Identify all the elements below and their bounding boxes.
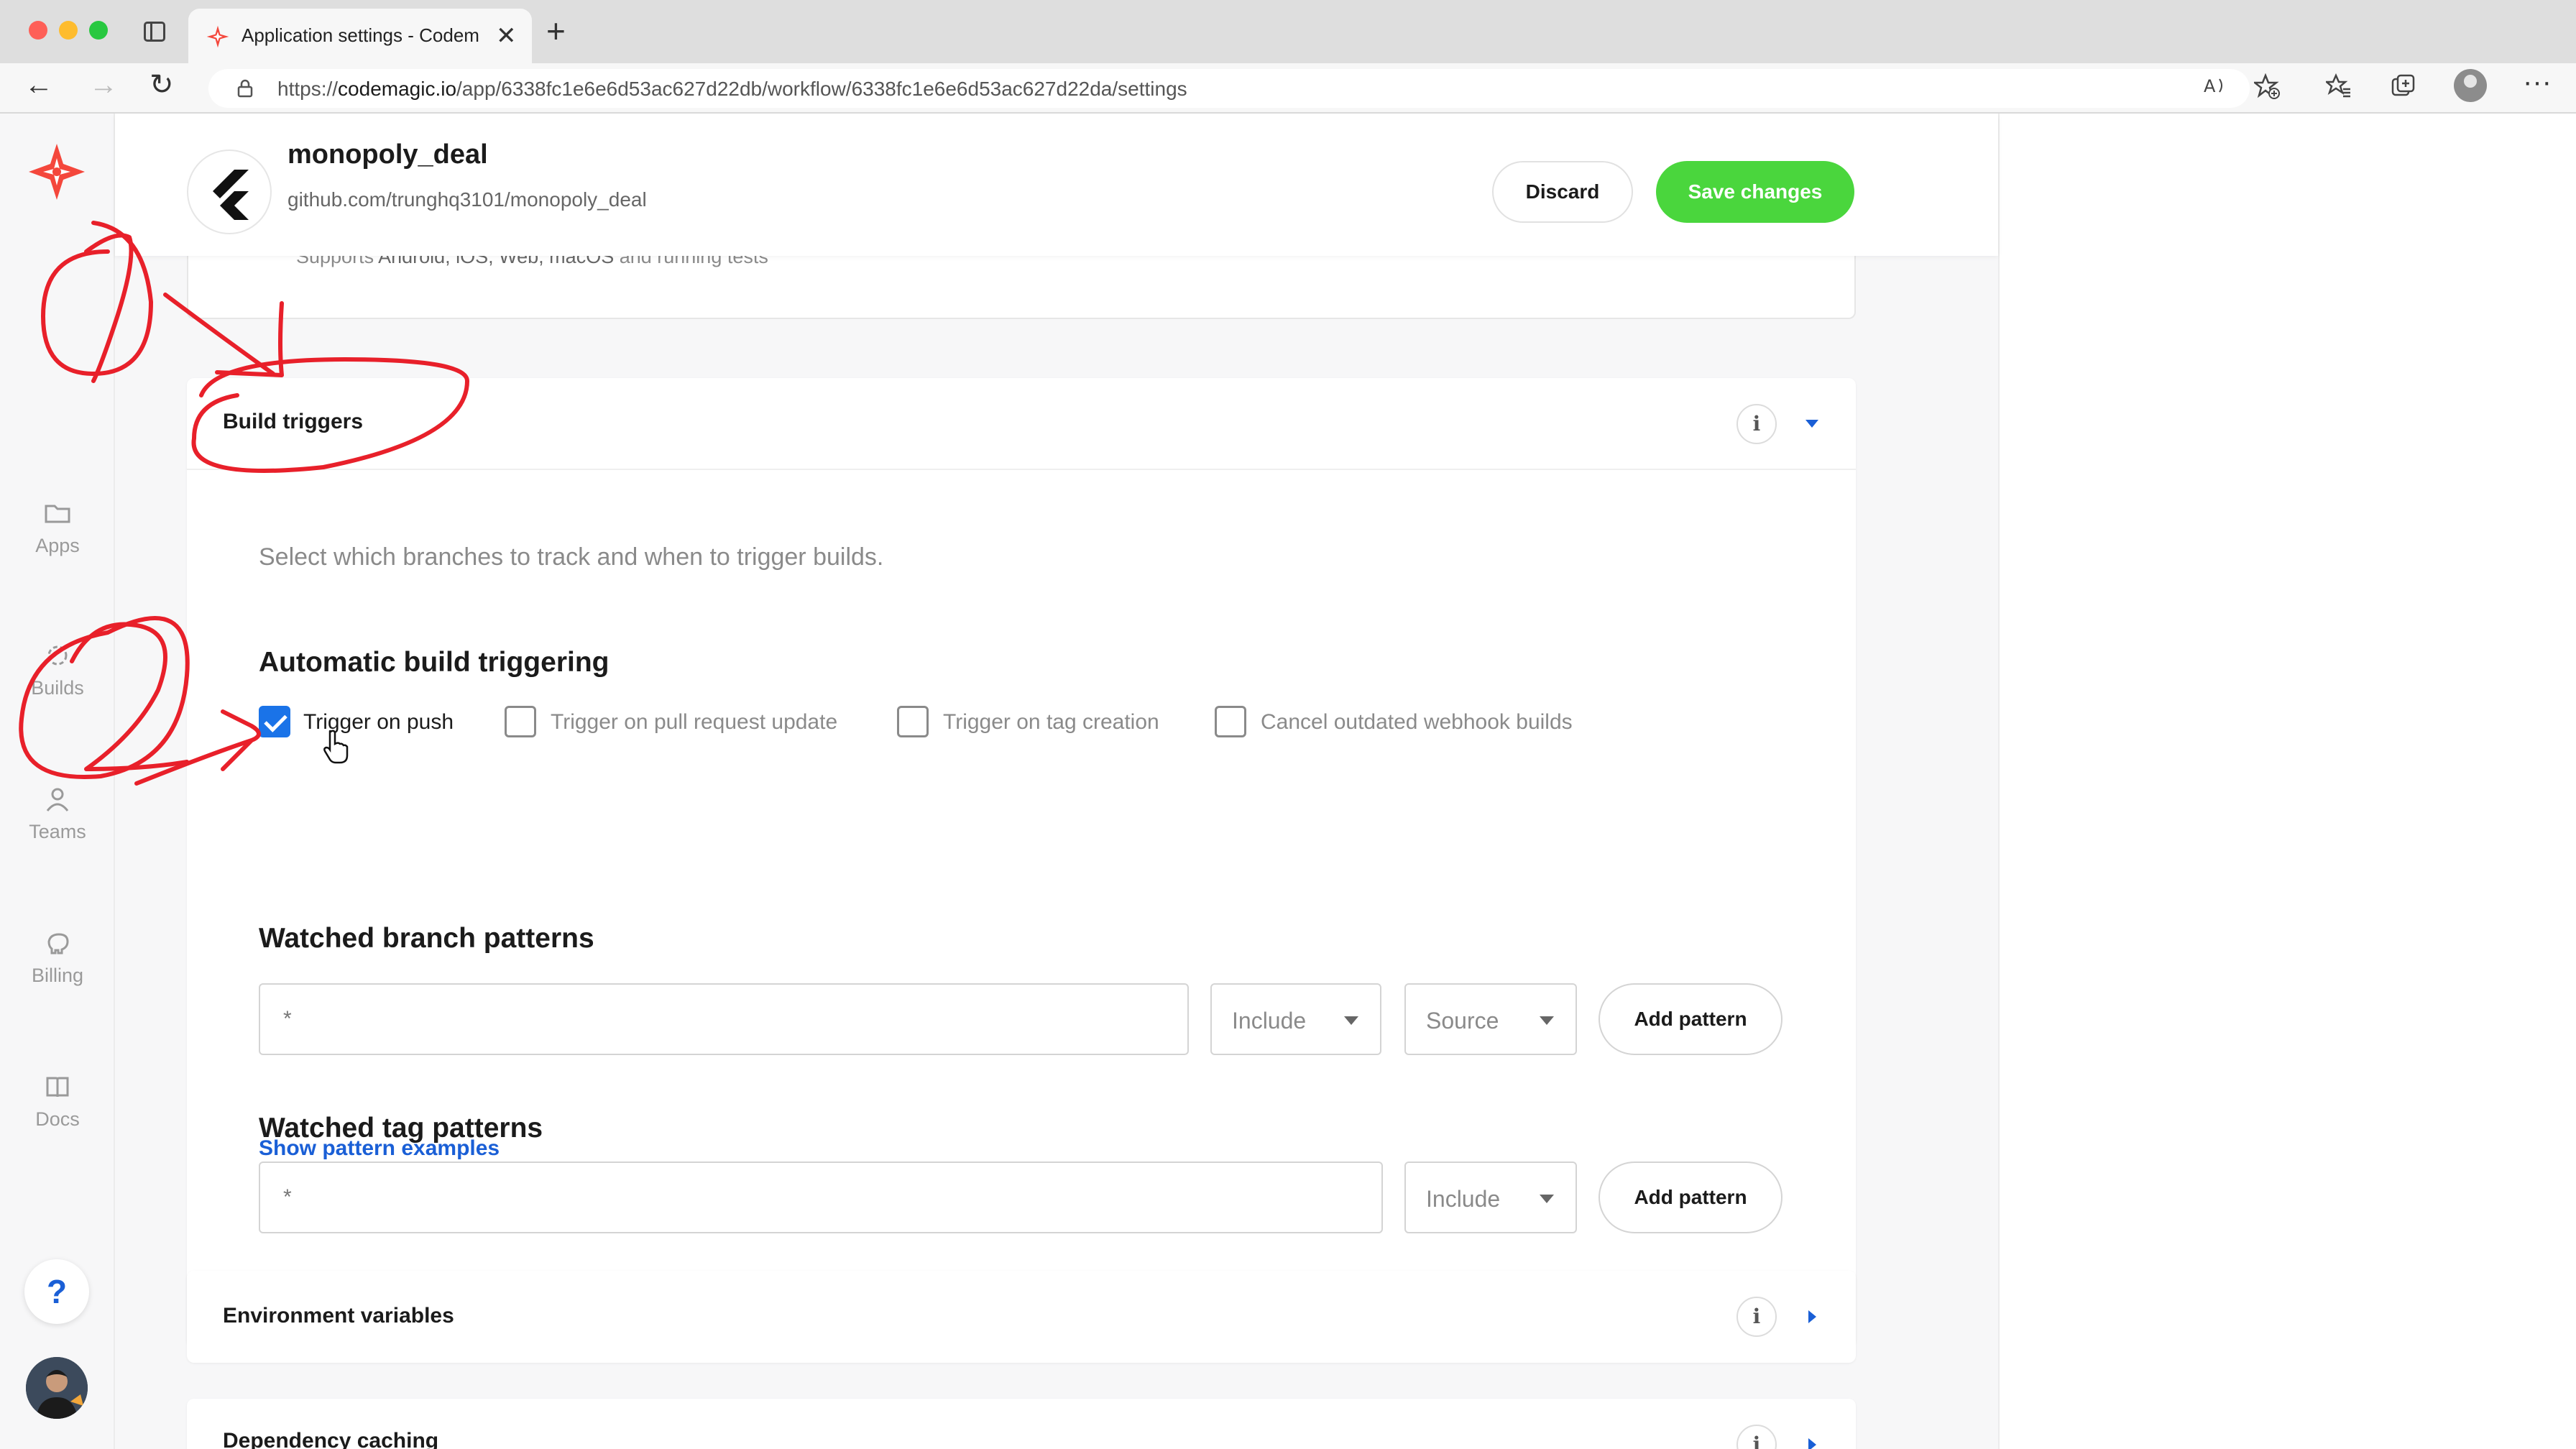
chevron-down-icon — [1344, 1016, 1358, 1025]
checkbox-label: Trigger on tag creation — [943, 710, 1159, 734]
watched-branch-patterns-title: Watched branch patterns — [259, 923, 594, 954]
minimize-window-button[interactable] — [59, 21, 78, 40]
select-value: Include — [1426, 1186, 1501, 1212]
add-favorite-icon[interactable] — [2254, 73, 2280, 99]
tab-close-icon[interactable]: ✕ — [496, 22, 517, 50]
favorites-icon[interactable] — [2326, 73, 2352, 99]
profile-icon[interactable] — [2454, 69, 2487, 102]
svg-text:A: A — [2204, 76, 2216, 96]
dependency-caching-title: Dependency caching — [223, 1429, 439, 1449]
add-branch-pattern-button[interactable]: Add pattern — [1598, 983, 1782, 1055]
select-value: Include — [1232, 1008, 1307, 1034]
branch-include-select[interactable]: Include — [1210, 983, 1381, 1055]
flutter-icon — [213, 170, 249, 220]
close-window-button[interactable] — [29, 21, 47, 40]
browser-tab-bar: Application settings - Codemagic ✕ + — [0, 0, 2576, 63]
checkbox-label: Trigger on pull request update — [551, 710, 838, 734]
url-field[interactable]: https://codemagic.io/app/6338fc1e6e6d53a… — [208, 69, 2250, 108]
new-tab-button[interactable]: + — [546, 14, 566, 47]
tab-title: Application settings - Codemagic — [242, 24, 479, 46]
url-text: https://codemagic.io/app/6338fc1e6e6d53a… — [277, 78, 1187, 100]
book-icon — [46, 1077, 69, 1098]
sidebar-item-apps[interactable]: Apps — [0, 499, 115, 557]
trigger-on-pr-update-checkbox[interactable]: Trigger on pull request update — [505, 704, 864, 740]
right-empty-pane — [1998, 114, 2576, 1449]
environment-variables-title: Environment variables — [223, 1304, 454, 1328]
sidebar-item-billing[interactable]: Billing — [0, 929, 115, 987]
user-avatar[interactable] — [26, 1357, 88, 1419]
environment-variables-card[interactable]: Environment variables i — [187, 1271, 1856, 1363]
checkbox-icon[interactable] — [1215, 706, 1246, 737]
info-icon[interactable]: i — [1736, 1297, 1777, 1337]
cancel-outdated-builds-checkbox[interactable]: Cancel outdated webhook builds — [1215, 704, 1617, 740]
collections-icon[interactable] — [2391, 73, 2416, 99]
discard-button[interactable]: Discard — [1492, 161, 1633, 223]
build-triggers-description: Select which branches to track and when … — [259, 543, 884, 571]
sidebar-item-teams[interactable]: Teams — [0, 785, 115, 843]
app-window: Apps Builds Teams Billing Docs ? Support… — [0, 114, 2576, 1449]
browser-tab-active[interactable]: Application settings - Codemagic ✕ — [188, 9, 532, 63]
sidebar: Apps Builds Teams Billing Docs ? — [0, 114, 115, 1449]
show-pattern-examples-link[interactable]: Show pattern examples — [259, 1136, 500, 1161]
hand-cursor-icon — [323, 730, 349, 764]
chevron-down-icon — [1540, 1016, 1554, 1025]
expand-caret-icon[interactable] — [1808, 1310, 1816, 1323]
chevron-down-icon — [1540, 1195, 1554, 1203]
project-icon — [187, 150, 272, 234]
forward-button[interactable]: → — [89, 70, 118, 99]
info-icon[interactable]: i — [1736, 1425, 1777, 1449]
folder-icon — [45, 505, 70, 523]
back-button[interactable]: ← — [24, 70, 53, 99]
expand-caret-icon[interactable] — [1808, 1438, 1816, 1449]
more-icon[interactable]: ··· — [2523, 68, 2552, 96]
branch-pattern-input[interactable] — [259, 983, 1189, 1055]
person-icon — [46, 788, 69, 811]
tag-pattern-input[interactable] — [259, 1162, 1383, 1233]
sidebar-item-builds[interactable]: Builds — [0, 641, 115, 699]
checkbox-checked-icon[interactable] — [259, 706, 290, 737]
automatic-build-triggering-title: Automatic build triggering — [259, 647, 610, 678]
tab-actions-icon[interactable] — [144, 22, 165, 42]
sidebar-item-label: Apps — [35, 535, 80, 556]
sidebar-item-label: Docs — [35, 1108, 80, 1130]
piggy-bank-icon — [47, 933, 69, 954]
sidebar-item-label: Teams — [29, 821, 86, 842]
app-header: monopoly_deal github.com/trunghq3101/mon… — [115, 114, 1998, 256]
add-tag-pattern-button[interactable]: Add pattern — [1598, 1162, 1782, 1233]
select-value: Source — [1426, 1008, 1499, 1034]
reload-button[interactable]: ↻ — [150, 70, 174, 99]
sidebar-item-label: Billing — [31, 965, 84, 986]
tag-include-select[interactable]: Include — [1404, 1162, 1577, 1233]
branch-source-select[interactable]: Source — [1404, 983, 1577, 1055]
builds-icon — [47, 645, 68, 666]
lock-icon — [237, 79, 253, 98]
checkbox-icon[interactable] — [505, 706, 536, 737]
user-photo-icon — [26, 1357, 88, 1419]
read-aloud-icon[interactable]: A — [2202, 73, 2227, 98]
checkbox-label: Cancel outdated webhook builds — [1261, 710, 1573, 734]
project-name: monopoly_deal — [288, 139, 488, 170]
trigger-on-tag-creation-checkbox[interactable]: Trigger on tag creation — [897, 704, 1199, 740]
help-button[interactable]: ? — [24, 1259, 89, 1324]
main-content: Supports Android, iOS, Web, macOS and ru… — [115, 114, 1998, 1449]
collapse-caret-icon[interactable] — [1806, 420, 1818, 428]
sidebar-item-label: Builds — [31, 677, 84, 699]
build-triggers-title: Build triggers — [223, 410, 364, 433]
dependency-caching-card[interactable]: Dependency caching i — [187, 1399, 1856, 1449]
project-repo-link[interactable]: github.com/trunghq3101/monopoly_deal — [288, 188, 647, 211]
browser-address-bar: ← → ↻ https://codemagic.io/app/6338fc1e6… — [0, 63, 2576, 114]
info-icon[interactable]: i — [1736, 404, 1777, 444]
checkbox-icon[interactable] — [897, 706, 929, 737]
codemagic-logo-icon[interactable] — [27, 142, 86, 201]
save-changes-button[interactable]: Save changes — [1656, 161, 1854, 223]
trigger-on-push-checkbox[interactable]: Trigger on push — [259, 704, 489, 740]
maximize-window-button[interactable] — [89, 21, 108, 40]
sidebar-item-docs[interactable]: Docs — [0, 1072, 115, 1131]
build-triggers-header[interactable]: Build triggers i — [187, 378, 1856, 470]
codemagic-favicon-icon — [206, 25, 229, 48]
